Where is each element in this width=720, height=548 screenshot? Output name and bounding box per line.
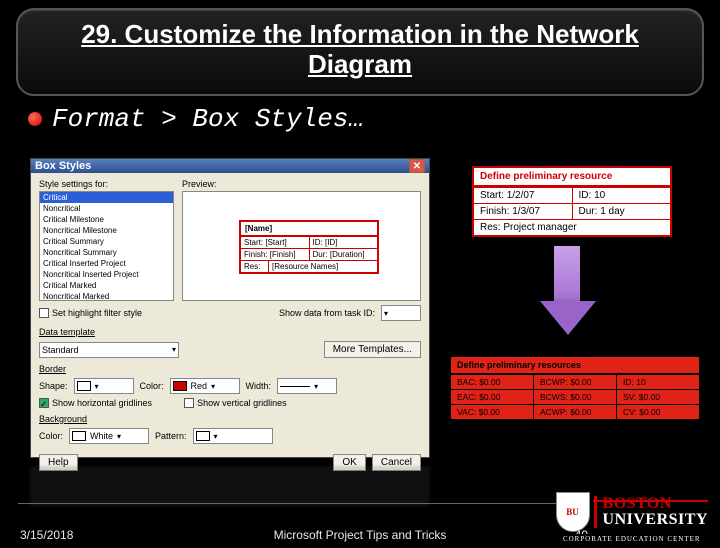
width-combo[interactable]: ▾ (277, 378, 337, 394)
sample-node: [Name] Start: [Start] ID: [ID] Finish: [… (239, 220, 379, 274)
bullet-icon (28, 112, 42, 126)
bu-logo: BU BOSTON UNIVERSITY CORPORATE EDUCATION… (556, 492, 708, 544)
list-item[interactable]: Critical (40, 192, 173, 203)
list-item[interactable]: Critical Marked (40, 280, 173, 291)
list-item[interactable]: Noncritical Marked (40, 291, 173, 301)
card1-title: Define preliminary resource (474, 168, 670, 187)
logo-subtitle: CORPORATE EDUCATION CENTER (559, 534, 705, 544)
list-item[interactable]: Noncritical Summary (40, 247, 173, 258)
border-color-combo[interactable]: Red▾ (170, 378, 240, 394)
show-data-label: Show data from task ID: (279, 308, 375, 318)
bullet-text: Format > Box Styles… (52, 104, 364, 134)
box-styles-dialog: Box Styles ✕ Style settings for: Critica… (30, 158, 430, 458)
background-group: Background (39, 414, 421, 424)
arrow-down-icon (540, 246, 600, 346)
dialog-titlebar: Box Styles ✕ (31, 159, 429, 173)
vert-grid-checkbox[interactable]: Show vertical gridlines (184, 398, 287, 408)
node-after-card: Define preliminary resources BAC: $0.00B… (450, 356, 700, 420)
slide-title: 29. Customize the Information in the Net… (38, 20, 682, 80)
slide-title-bar: 29. Customize the Information in the Net… (16, 8, 704, 96)
border-group: Border (39, 364, 421, 374)
task-id-combo[interactable]: ▾ (381, 305, 421, 321)
data-template-group: Data template (39, 327, 421, 337)
bg-color-combo[interactable]: White▾ (69, 428, 149, 444)
dialog-title: Box Styles (35, 160, 91, 172)
dialog-reflection (30, 466, 430, 506)
highlight-checkbox[interactable]: Set highlight filter style (39, 308, 142, 318)
close-icon[interactable]: ✕ (409, 159, 425, 173)
preview-label: Preview: (182, 179, 421, 189)
footer-rule (18, 503, 590, 504)
list-item[interactable]: Critical Summary (40, 236, 173, 247)
pattern-combo[interactable]: ▾ (193, 428, 273, 444)
horiz-grid-checkbox[interactable]: ✓Show horizontal gridlines (39, 398, 152, 408)
list-item[interactable]: Noncritical Milestone (40, 225, 173, 236)
list-item[interactable]: Noncritical (40, 203, 173, 214)
settings-label: Style settings for: (39, 179, 174, 189)
preview-pane: [Name] Start: [Start] ID: [ID] Finish: [… (182, 191, 421, 301)
style-listbox[interactable]: Critical Noncritical Critical Milestone … (39, 191, 174, 301)
node-before-card: Define preliminary resource Start: 1/2/0… (472, 166, 672, 237)
card2-title: Define preliminary resources (451, 357, 699, 374)
sample-name: [Name] (241, 222, 377, 236)
more-templates-button[interactable]: More Templates... (324, 341, 421, 358)
data-template-combo[interactable]: Standard▾ (39, 342, 179, 358)
list-item[interactable]: Critical Inserted Project (40, 258, 173, 269)
shape-combo[interactable]: ▾ (74, 378, 134, 394)
bullet-row: Format > Box Styles… (28, 104, 720, 134)
shield-icon: BU (556, 492, 590, 532)
list-item[interactable]: Critical Milestone (40, 214, 173, 225)
list-item[interactable]: Noncritical Inserted Project (40, 269, 173, 280)
slide-footer: 3/15/2018 Microsoft Project Tips and Tri… (0, 522, 720, 548)
